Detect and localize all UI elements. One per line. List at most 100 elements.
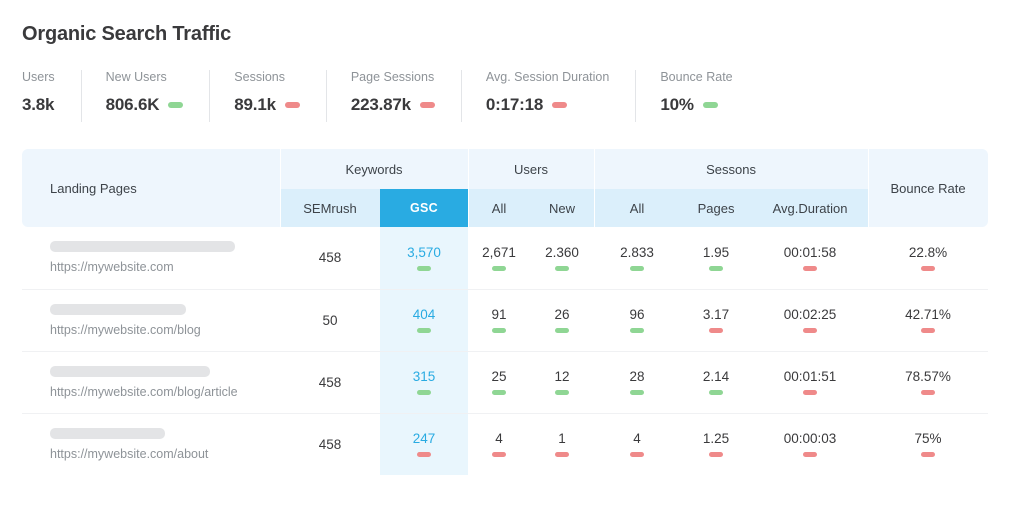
trend-down-icon <box>803 328 818 333</box>
cell-sessions-all: 96 <box>594 289 681 352</box>
cell-value: 42.71% <box>905 307 951 322</box>
cell-users-new: 2.360 <box>530 227 595 290</box>
trend-up-icon <box>555 390 570 395</box>
trend-up-icon <box>492 265 507 271</box>
column-header-semrush[interactable]: SEMrush <box>280 189 380 227</box>
table-row[interactable]: https://mywebsite.com/blog/article 458 315… <box>22 351 989 414</box>
trend-up-icon <box>630 390 645 395</box>
kpi-value: 0:17:18 <box>485 95 544 114</box>
trend-down-icon <box>803 452 818 458</box>
cell-bounce-rate: 78.57% <box>868 351 989 414</box>
landing-page-url[interactable]: https://mywebsite.com/blog/article <box>50 385 280 399</box>
cell-landing-page[interactable]: https://mywebsite.com/about <box>22 413 280 475</box>
landing-pages-table: Landing Pages Keywords Users Sessons Bou… <box>22 149 989 475</box>
column-header-new[interactable]: New <box>530 189 595 227</box>
cell-value: 3,570 <box>407 244 441 260</box>
kpi-label: New Users <box>105 70 167 84</box>
cell-value: 3.17 <box>702 307 730 322</box>
trend-up-icon <box>417 390 431 395</box>
cell-value: 96 <box>629 307 645 322</box>
landing-page-url[interactable]: https://mywebsite.com <box>50 260 280 274</box>
trend-up-icon <box>630 328 645 333</box>
kpi-avg-session-duration[interactable]: Avg. Session Duration 0:17:18 <box>460 70 635 122</box>
trend-down-icon <box>419 102 435 108</box>
kpi-users[interactable]: Users 3.8k <box>22 70 81 122</box>
kpi-value: 89.1k <box>234 95 276 114</box>
cell-sessions-all: 28 <box>594 351 681 414</box>
column-header-gsc[interactable]: GSC <box>380 189 469 227</box>
cell-sessions-pages: 1.95 <box>680 227 753 290</box>
column-group-users: Users <box>468 149 595 189</box>
cell-sessions-pages: 3.17 <box>680 289 753 352</box>
cell-landing-page[interactable]: https://mywebsite.com/blog <box>22 289 280 352</box>
page-title: Organic Search Traffic <box>22 23 232 45</box>
column-header-all[interactable]: All <box>468 189 531 227</box>
cell-bounce-rate: 42.71% <box>868 289 989 352</box>
kpi-bounce-rate[interactable]: Bounce Rate 10% <box>635 70 758 122</box>
column-header-bounce-rate[interactable]: Bounce Rate <box>868 149 989 227</box>
trend-down-icon <box>921 452 936 458</box>
landing-page-url[interactable]: https://mywebsite.com/blog <box>50 323 280 337</box>
kpi-strip: Users 3.8k New Users 806.6K Sessions 89.1k Pag… <box>22 70 988 122</box>
cell-value: 00:00:03 <box>783 431 837 447</box>
column-group-sessions: Sessons <box>594 149 869 189</box>
cell-value: 315 <box>412 369 436 384</box>
page-title-placeholder <box>50 427 165 439</box>
kpi-new-users[interactable]: New Users 806.6K <box>80 70 210 122</box>
column-header-pages[interactable]: Pages <box>680 189 753 227</box>
table-head: Landing Pages Keywords Users Sessons Bou… <box>22 149 989 227</box>
trend-down-icon <box>284 102 300 108</box>
trend-down-icon <box>803 265 818 271</box>
table-row[interactable]: https://mywebsite.com/blog 50 404 91 26 96 3.1… <box>22 289 989 352</box>
cell-avg-duration: 00:01:51 <box>752 351 869 414</box>
trend-down-icon <box>492 452 507 458</box>
cell-value: 00:01:58 <box>783 244 837 260</box>
table-row[interactable]: https://mywebsite.com/about 458 247 4 1 4 1.25… <box>22 413 988 475</box>
column-group-keywords: Keywords <box>280 149 469 189</box>
table-body: https://mywebsite.com 458 3,570 2,671 2.360 2… <box>22 227 989 475</box>
cell-value: 25 <box>491 369 507 384</box>
cell-semrush-keywords: 50 <box>280 289 380 352</box>
table-row[interactable]: https://mywebsite.com 458 3,570 2,671 2.360 2… <box>22 227 989 290</box>
table-group-header-row: Landing Pages Keywords Users Sessons Bou… <box>22 149 989 227</box>
kpi-sessions[interactable]: Sessions 89.1k <box>209 70 326 122</box>
cell-users-all: 25 <box>468 351 531 414</box>
column-header-landing-pages[interactable]: Landing Pages <box>22 149 280 227</box>
cell-bounce-rate: 22.8% <box>868 227 989 290</box>
cell-value: 2.833 <box>620 244 654 260</box>
cell-landing-page[interactable]: https://mywebsite.com <box>22 227 280 290</box>
cell-value: 00:01:51 <box>783 369 837 384</box>
trend-up-icon <box>702 102 718 108</box>
cell-gsc-keywords: 3,570 <box>380 227 469 290</box>
trend-down-icon <box>552 102 568 108</box>
column-header-all[interactable]: All <box>594 189 681 227</box>
cell-value: 26 <box>554 307 570 322</box>
kpi-label: Users <box>22 70 55 84</box>
kpi-page-sessions[interactable]: Page Sessions 223.87k <box>325 70 461 122</box>
page-title-placeholder <box>50 365 210 377</box>
trend-up-icon <box>709 265 724 271</box>
cell-landing-page[interactable]: https://mywebsite.com/blog/article <box>22 351 280 414</box>
trend-up-icon <box>417 328 431 333</box>
trend-down-icon <box>921 265 936 271</box>
cell-sessions-all: 4 <box>594 413 680 475</box>
page-title-placeholder <box>50 241 235 253</box>
trend-down-icon <box>417 452 431 458</box>
cell-value: 4 <box>633 431 641 447</box>
cell-semrush-keywords: 458 <box>280 227 380 290</box>
trend-down-icon <box>921 390 936 395</box>
trend-down-icon <box>630 452 645 458</box>
cell-gsc-keywords: 247 <box>380 413 469 475</box>
landing-pages-table-wrapper: Landing Pages Keywords Users Sessons Bou… <box>22 149 989 475</box>
cell-gsc-keywords: 404 <box>380 289 469 352</box>
cell-value: 78.57% <box>905 369 951 384</box>
cell-avg-duration: 00:02:25 <box>752 289 869 352</box>
kpi-label: Bounce Rate <box>660 70 733 84</box>
cell-value: 00:02:25 <box>783 307 837 322</box>
column-header-avg-duration[interactable]: Avg.Duration <box>752 189 869 227</box>
cell-users-all: 2,671 <box>468 227 531 290</box>
landing-page-url[interactable]: https://mywebsite.com/about <box>50 447 280 461</box>
kpi-label: Page Sessions <box>350 70 435 84</box>
trend-down-icon <box>555 452 570 458</box>
trend-down-icon <box>921 328 936 333</box>
